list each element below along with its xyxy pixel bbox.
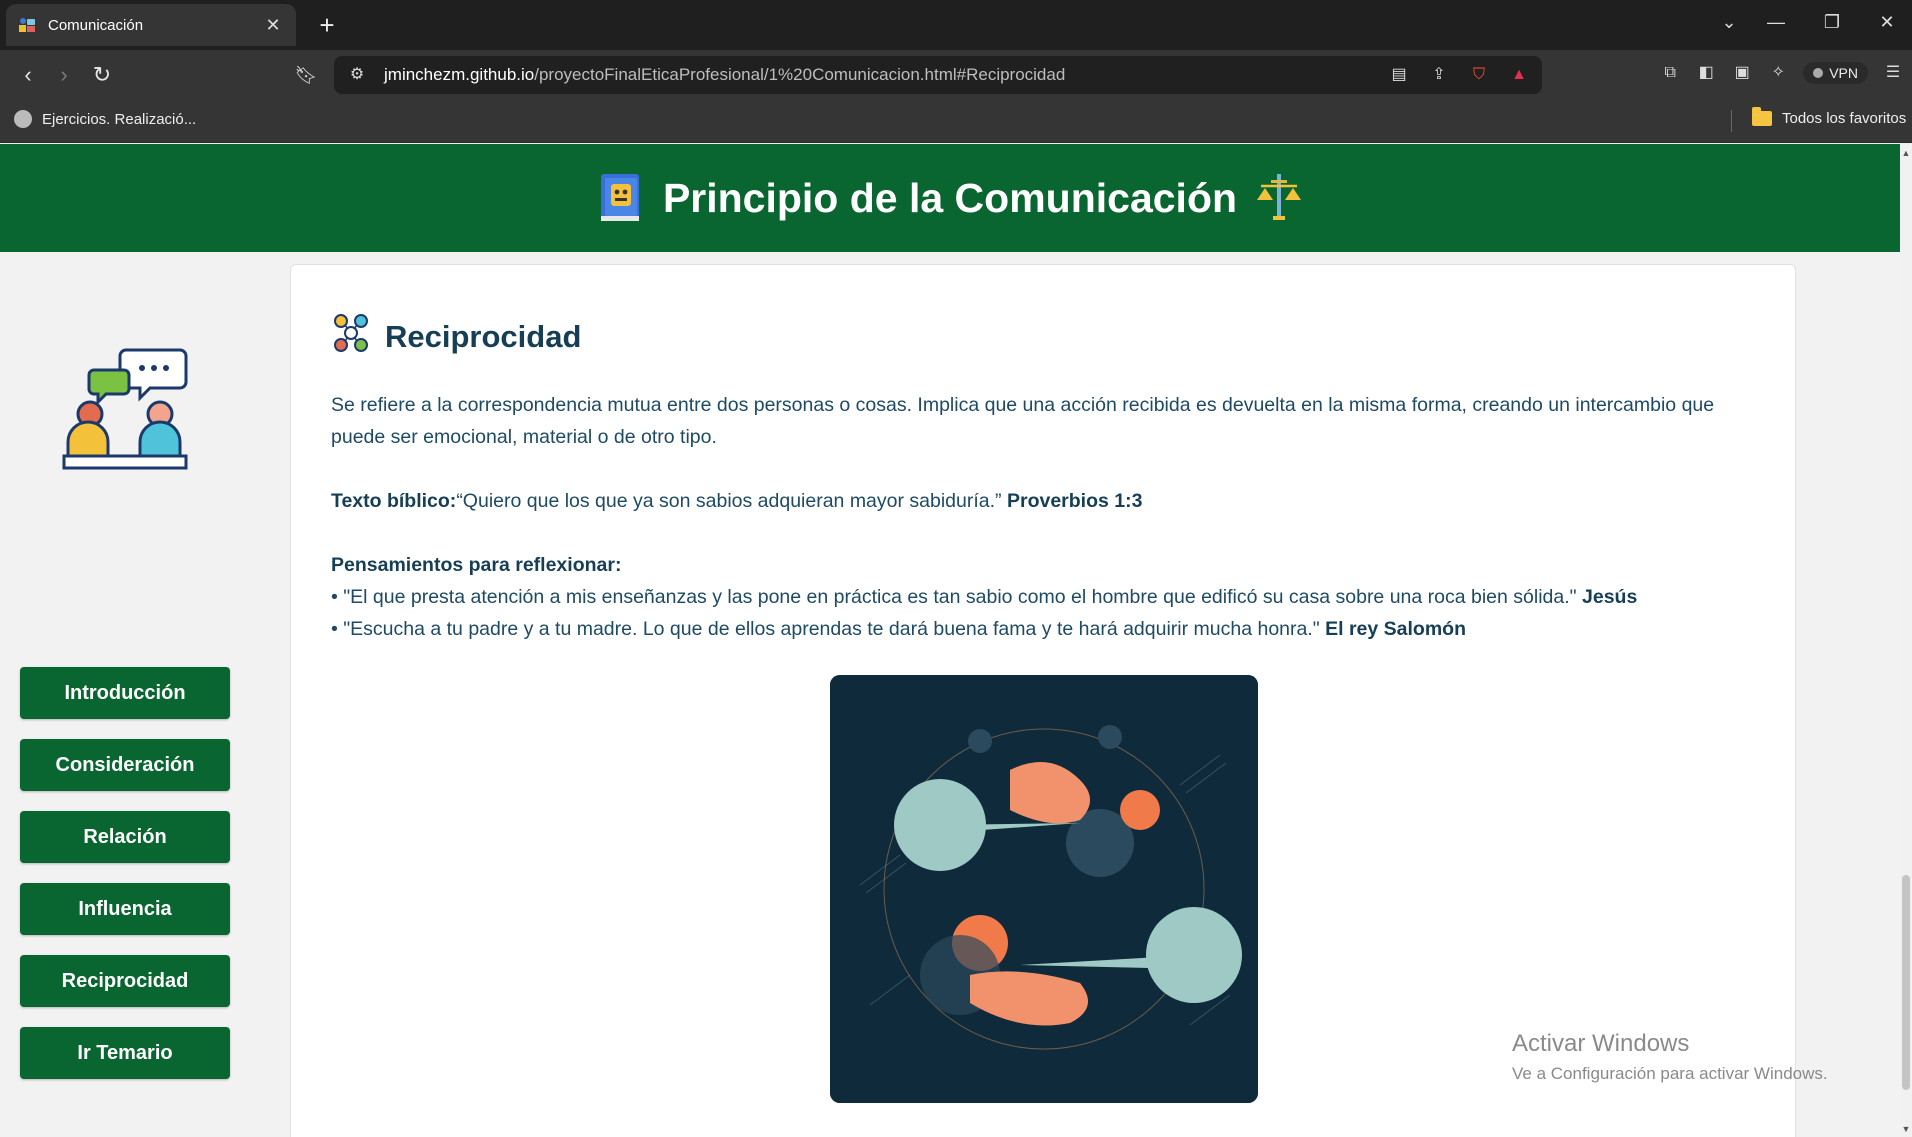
section-description: Se refiere a la correspondencia mutua en…	[331, 394, 1715, 448]
tab-list-chevron-icon[interactable]: ⌄	[1714, 12, 1744, 33]
scrollbar-thumb[interactable]	[1902, 875, 1910, 1090]
windows-activation-watermark: Activar Windows Ve a Configuración para …	[1512, 1030, 1828, 1083]
bible-reference: Proverbios 1:3	[1006, 490, 1143, 512]
sidebar: Introducción Consideración Relación Infl…	[0, 252, 250, 1137]
url-text[interactable]: jminchezm.github.io/proyectoFinalEticaPr…	[384, 65, 1065, 85]
browser-tab-bar: Comunicación ✕ + ⌄ — ❐ ✕	[0, 0, 1912, 50]
reciprocity-illustration	[830, 675, 1258, 1103]
thought-item: • "Escucha a tu padre y a tu madre. Lo q…	[331, 618, 1467, 640]
menu-icon[interactable]: ☰	[1882, 62, 1904, 84]
brave-shield-icon[interactable]: ⛉	[1468, 64, 1490, 86]
vpn-button[interactable]: VPN	[1803, 62, 1868, 84]
nav-button-introduccion[interactable]: Introducción	[20, 667, 230, 719]
globe-icon	[14, 110, 32, 128]
site-settings-icon[interactable]: ⚙	[346, 64, 368, 86]
back-icon[interactable]: ‹	[14, 62, 42, 90]
bible-verse: Texto bíblico:“Quiero que los que ya son…	[331, 485, 1761, 517]
thought-author: El rey Salomón	[1325, 618, 1467, 640]
bookmark-ejercicios[interactable]: Ejercicios. Realizació...	[14, 110, 196, 128]
nav-button-consideracion[interactable]: Consideración	[20, 739, 230, 791]
bookmarks-folder-all[interactable]: Todos los favoritos	[1752, 107, 1906, 127]
extensions-icon[interactable]: ⧉	[1659, 62, 1681, 84]
minimize-icon[interactable]: —	[1761, 12, 1791, 33]
reader-mode-icon[interactable]: ▤	[1388, 64, 1410, 86]
network-people-icon	[334, 314, 368, 352]
page-title: Principio de la Comunicación	[662, 174, 1238, 221]
new-tab-icon[interactable]: +	[312, 10, 342, 40]
content-card: Reciprocidad Se refiere a la corresponde…	[290, 264, 1796, 1137]
hands-exchange-image	[830, 675, 1258, 1103]
nav-button-ir-temario[interactable]: Ir Temario	[20, 1027, 230, 1079]
bible-quote: “Quiero que los que ya son sabios adquie…	[456, 490, 1007, 512]
nav-button-reciprocidad[interactable]: Reciprocidad	[20, 955, 230, 1007]
brave-rewards-icon[interactable]: ▲	[1508, 64, 1530, 86]
thought-item: • "El que presta atención a mis enseñanz…	[331, 586, 1638, 608]
page-header: Principio de la Comunicación	[0, 144, 1900, 252]
page-viewport: Principio de la Comunicación Introducció…	[0, 144, 1900, 1137]
address-bar[interactable]: ⚙ jminchezm.github.io/proyectoFinalEtica…	[334, 56, 1542, 94]
book-robot-icon	[600, 174, 639, 221]
nav-button-influencia[interactable]: Influencia	[20, 883, 230, 935]
browser-tab[interactable]: Comunicación ✕	[6, 4, 296, 46]
thought-author: Jesús	[1582, 586, 1638, 608]
scroll-down-icon[interactable]: ▼	[1900, 1122, 1912, 1136]
scales-sword-icon	[1257, 174, 1302, 220]
bookmarks-separator	[1731, 110, 1732, 132]
wallet-icon[interactable]: ▣	[1731, 62, 1753, 84]
nav-button-relacion[interactable]: Relación	[20, 811, 230, 863]
reload-icon[interactable]: ↻	[88, 62, 116, 90]
leo-ai-icon[interactable]: ✧	[1767, 62, 1789, 84]
window-close-icon[interactable]: ✕	[1872, 12, 1902, 33]
sidebar-toggle-icon[interactable]: ◧	[1695, 62, 1717, 84]
folder-icon	[1752, 107, 1772, 126]
bookmark-icon[interactable]: 🔖︎	[292, 62, 320, 90]
bookmarks-bar: Ejercicios. Realizació... Todos los favo…	[0, 100, 1912, 143]
page-favicon-icon	[19, 18, 35, 32]
conversation-illustration-icon	[62, 348, 188, 470]
vpn-status-icon	[1813, 68, 1824, 78]
browser-toolbar: ‹ › ↻ 🔖︎ ⚙ jminchezm.github.io/proyectoF…	[0, 50, 1912, 100]
forward-icon[interactable]: ›	[50, 62, 78, 90]
section-title: Reciprocidad	[385, 319, 582, 354]
thoughts-label: Pensamientos para reflexionar:	[331, 554, 622, 576]
section-heading: Reciprocidad	[331, 311, 581, 355]
tab-close-icon[interactable]: ✕	[262, 15, 284, 36]
scroll-up-icon[interactable]: ▲	[1900, 146, 1912, 160]
bible-label: Texto bíblico:	[331, 490, 457, 512]
tab-title: Comunicación	[48, 16, 144, 34]
share-icon[interactable]: ⇪	[1428, 64, 1450, 86]
restore-icon[interactable]: ❐	[1817, 12, 1847, 33]
